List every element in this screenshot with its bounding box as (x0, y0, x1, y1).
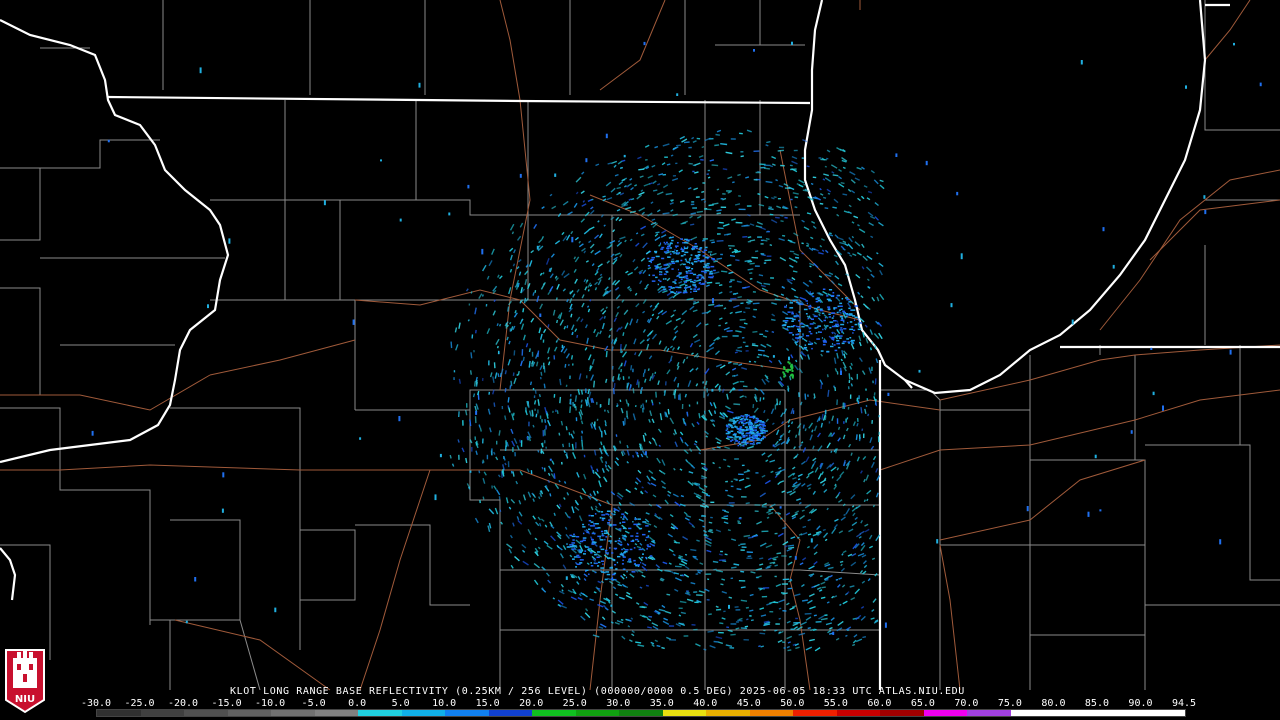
color-scale-labels: -30.0 -25.0 -20.0 -15.0 -10.0 -5.0 0.0 5.0 10.0 1… (81, 698, 1197, 709)
color-scale-label: -10.0 (255, 698, 286, 709)
color-scale-label: 5.0 (391, 698, 410, 709)
color-scale-segment (1010, 710, 1055, 716)
color-scale-label: 65.0 (910, 698, 935, 709)
color-scale-segment (1141, 710, 1185, 716)
logo-text: NIU (15, 694, 35, 705)
color-scale-label: -20.0 (167, 698, 199, 709)
color-scale-segment (401, 710, 446, 716)
color-scale-segment (880, 710, 924, 716)
color-scale-label: 90.0 (1128, 698, 1153, 709)
color-scale-segment (749, 710, 794, 716)
color-scale-segment (227, 710, 272, 716)
color-scale-label: 45.0 (736, 698, 761, 709)
color-scale-label: 30.0 (606, 698, 631, 709)
color-scale-segment (314, 710, 359, 716)
color-scale-label: -15.0 (211, 698, 242, 709)
color-scale-segment (662, 710, 707, 716)
color-scale-label: 75.0 (997, 698, 1022, 709)
color-scale-label: 85.0 (1084, 698, 1109, 709)
color-scale-segment (1054, 710, 1098, 716)
color-scale-segment (706, 710, 750, 716)
color-scale-label: 20.0 (519, 698, 544, 709)
color-scale-label: 50.0 (780, 698, 805, 709)
color-scale-label: 35.0 (649, 698, 674, 709)
color-scale-label: 10.0 (432, 698, 457, 709)
color-scale-label: 70.0 (954, 698, 979, 709)
color-scale-segment (1097, 710, 1142, 716)
niu-logo: NIU (5, 649, 45, 714)
color-scale-segment (184, 710, 228, 716)
color-scale-label: 0.0 (348, 698, 367, 709)
product-caption: KLOT LONG RANGE BASE REFLECTIVITY (0.25K… (230, 686, 965, 697)
color-scale-segment (836, 710, 881, 716)
color-scale-bar (96, 709, 1186, 717)
color-scale-segment (97, 710, 141, 716)
color-scale-segment (793, 710, 837, 716)
color-scale-segment (575, 710, 620, 716)
color-scale-label: 94.5 (1171, 698, 1197, 709)
radar-map (0, 0, 1280, 720)
color-scale-segment (923, 710, 968, 716)
color-scale-label: -5.0 (301, 698, 326, 709)
color-scale-segment (488, 710, 533, 716)
color-scale-label: -30.0 (80, 698, 112, 709)
color-scale-segment (358, 710, 402, 716)
color-scale-label: -25.0 (124, 698, 155, 709)
color-scale-segment (532, 710, 576, 716)
color-scale-segment (140, 710, 185, 716)
color-scale-label: 25.0 (562, 698, 587, 709)
color-scale-label: 40.0 (693, 698, 718, 709)
color-scale-label: 55.0 (823, 698, 848, 709)
color-scale-segment (271, 710, 315, 716)
color-scale-label: 60.0 (867, 698, 892, 709)
color-scale-label: 15.0 (475, 698, 500, 709)
color-scale-label: 80.0 (1041, 698, 1066, 709)
color-scale-segment (619, 710, 663, 716)
color-scale-segment (967, 710, 1011, 716)
color-scale-segment (445, 710, 489, 716)
